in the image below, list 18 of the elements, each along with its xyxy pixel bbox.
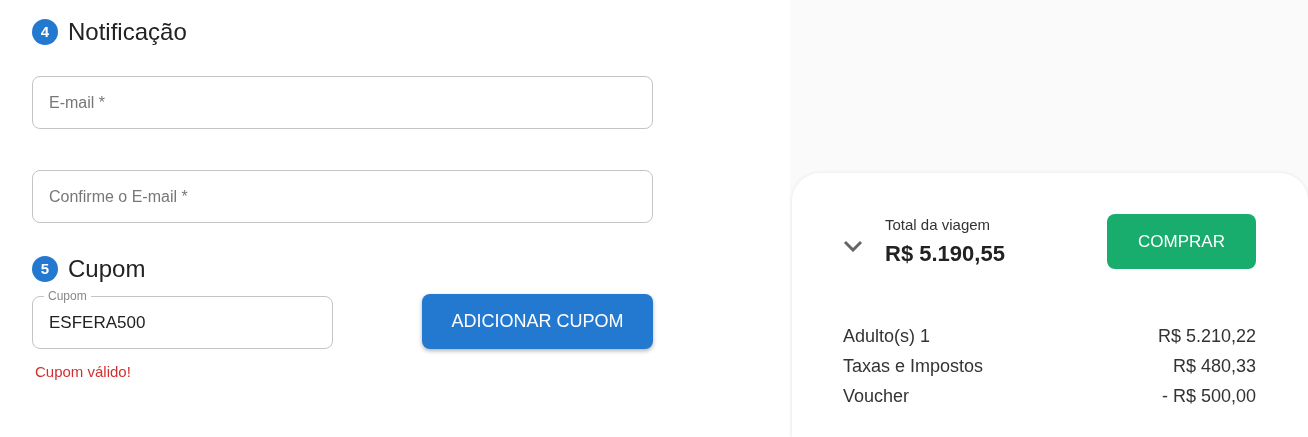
- add-coupon-button[interactable]: ADICIONAR CUPOM: [422, 294, 653, 349]
- price-value: R$ 480,33: [1172, 355, 1256, 378]
- email-field[interactable]: E-mail *: [32, 76, 653, 129]
- price-label: Adulto(s) 1: [843, 325, 931, 348]
- chevron-down-icon[interactable]: [843, 239, 863, 252]
- price-label: Voucher: [843, 385, 910, 408]
- email-field[interactable]: Confirme o E-mail *: [32, 170, 653, 223]
- buy-button[interactable]: COMPRAR: [1107, 214, 1256, 270]
- total-amount: R$ 5.190,55: [885, 239, 1005, 268]
- price-label: Taxas e Impostos: [843, 355, 984, 378]
- step-number-badge: 5: [32, 256, 58, 282]
- total-label: Total da viagem: [885, 215, 992, 235]
- section-title: Cupom: [68, 254, 146, 284]
- price-value: R$ 5.210,22: [1157, 325, 1256, 348]
- step-number-badge: 4: [32, 19, 58, 45]
- section-title: Notificação: [68, 17, 187, 47]
- validation-message: Cupom válido!: [35, 362, 132, 382]
- price-value: - R$ 500,00: [1161, 385, 1256, 408]
